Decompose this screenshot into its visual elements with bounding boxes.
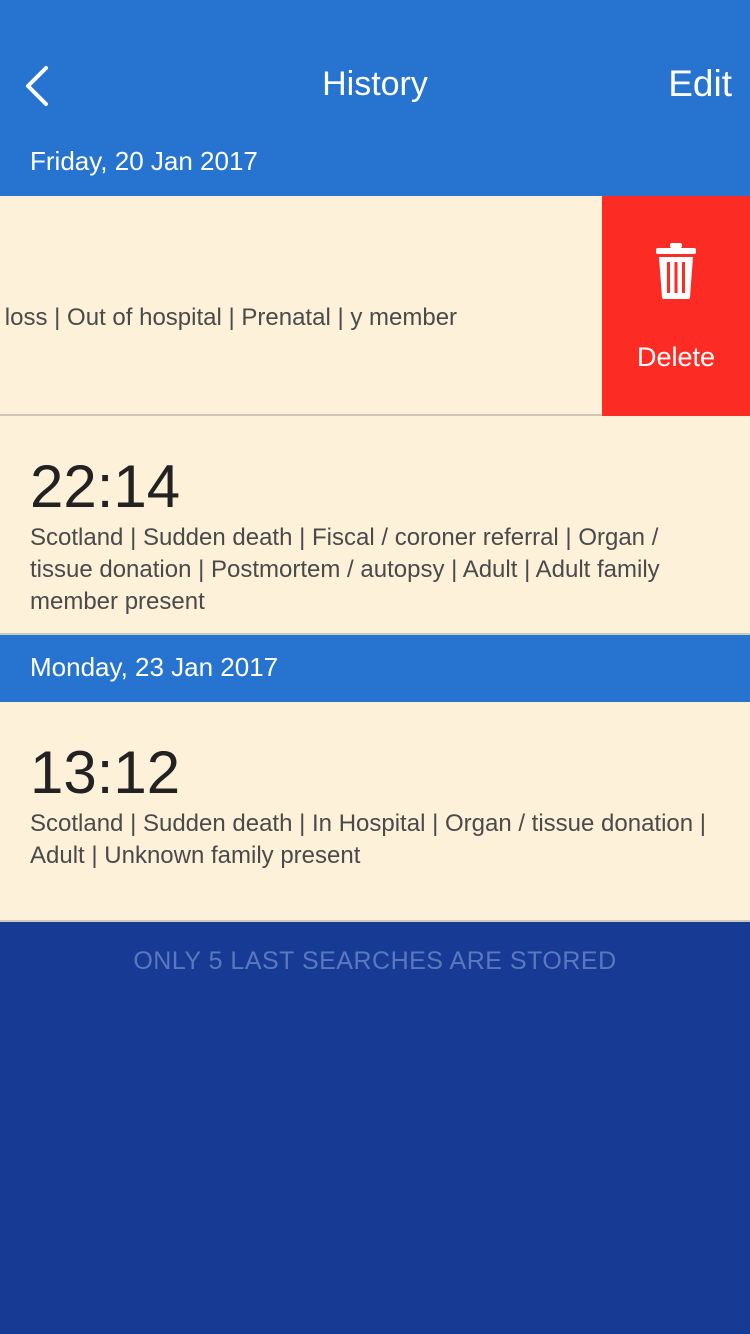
history-entry[interactable]: 22:14 Scotland | Sudden death | Fiscal /…	[0, 416, 750, 635]
back-button[interactable]	[18, 62, 62, 110]
entry-description: Scotland | Sudden death | Fiscal / coron…	[30, 524, 660, 615]
nav-bar: History Edit	[0, 0, 750, 130]
trash-icon	[655, 242, 697, 300]
delete-button[interactable]: Delete	[602, 196, 750, 416]
storage-limit-note: ONLY 5 LAST SEARCHES ARE STORED	[133, 947, 617, 975]
history-entry[interactable]: 13:12 Scotland | Sudden death | In Hospi…	[0, 702, 750, 922]
section-header-date: Monday, 23 Jan 2017	[0, 635, 750, 702]
chevron-left-icon	[18, 62, 62, 110]
entry-description: sudden pregnacy loss | Out of hospital |…	[0, 304, 458, 331]
entry-time: 22:14	[30, 453, 181, 520]
delete-label: Delete	[636, 342, 716, 372]
entry-description: Scotland | Sudden death | In Hospital | …	[30, 810, 707, 869]
section-header-date: Friday, 20 Jan 2017	[0, 130, 750, 196]
page-title: History	[322, 65, 428, 103]
entry-time: 13:12	[30, 739, 181, 806]
edit-button[interactable]: Edit	[668, 62, 732, 106]
